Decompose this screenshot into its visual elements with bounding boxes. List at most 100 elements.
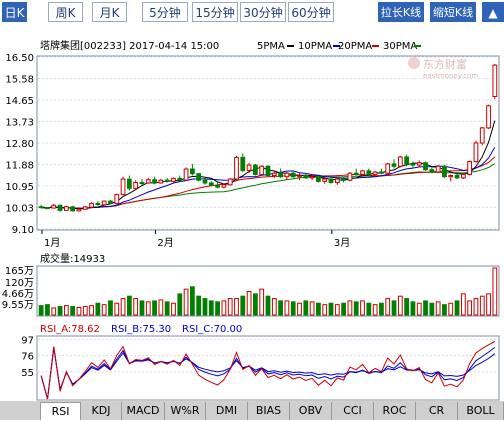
- candle-body: [297, 175, 302, 178]
- candle-body: [63, 206, 69, 211]
- candle-body: [152, 179, 157, 184]
- tab-cr[interactable]: CR: [416, 402, 458, 420]
- candle-body: [45, 207, 50, 210]
- rsi-c-label: RSI_C:70.00: [182, 324, 242, 335]
- candle-body: [309, 176, 315, 179]
- volume-bar: [492, 267, 498, 316]
- candle-body: [76, 208, 82, 212]
- volume-bar: [114, 302, 120, 316]
- watermark-name: 东方财富: [423, 57, 467, 71]
- volume-bar: [215, 301, 220, 316]
- volume-bar: [95, 302, 101, 316]
- candle-body: [189, 168, 195, 175]
- ma5-label: 5PMA: [257, 41, 285, 52]
- candle-body: [372, 171, 378, 175]
- candle-body: [353, 172, 359, 175]
- volume-bar: [177, 293, 183, 316]
- price-tick-label: 13.73: [5, 117, 34, 128]
- candle-body: [448, 175, 454, 178]
- candle-body: [202, 179, 208, 184]
- volume-bar: [379, 302, 384, 316]
- price-tick-label: 9.10: [12, 225, 34, 236]
- candle-body: [460, 173, 466, 179]
- volume-bar: [38, 305, 44, 316]
- volume-bar: [89, 305, 94, 316]
- volume-bar: [309, 301, 315, 316]
- candle-body: [328, 178, 334, 184]
- candle-body: [253, 164, 258, 175]
- month-label: 1月: [44, 237, 60, 249]
- candle-body: [227, 178, 233, 186]
- candle-body: [492, 64, 498, 98]
- volume-bar: [246, 291, 252, 316]
- volume-bar: [448, 302, 454, 316]
- volume-bar: [63, 305, 69, 316]
- candle-body: [101, 200, 107, 206]
- candle-body: [347, 172, 353, 181]
- candle-body: [133, 182, 139, 189]
- volume-bar: [416, 302, 422, 316]
- candle-body: [70, 206, 76, 212]
- volume-tick-label: 9.55万: [2, 300, 34, 311]
- price-tick-label: 12.80: [5, 139, 34, 150]
- candle-body: [145, 179, 151, 184]
- volume-bar: [347, 300, 353, 316]
- volume-bar: [76, 306, 82, 316]
- volume-bar: [234, 298, 239, 316]
- volume-bar: [51, 307, 57, 316]
- month-label: 3月: [334, 237, 350, 249]
- tab-dmi[interactable]: DMI: [206, 402, 248, 420]
- price-axis: 16.50 15.58 14.65 13.73 12.80 11.88 10.95 10.03…: [5, 53, 34, 236]
- candle-body: [486, 105, 491, 129]
- volume-bar: [397, 295, 403, 316]
- volume-bar: [297, 302, 302, 316]
- volume-bar: [473, 298, 479, 316]
- candle-body: [240, 156, 246, 171]
- volume-tick-label: 165万: [5, 266, 34, 277]
- volume-bar: [126, 295, 132, 316]
- candle-body: [82, 206, 88, 210]
- volume-bar: [341, 302, 347, 316]
- tab-cci[interactable]: CCI: [332, 402, 374, 420]
- candle-body: [366, 170, 372, 175]
- volume-bar: [479, 295, 485, 316]
- volume-bar: [240, 295, 246, 316]
- volume-bar: [366, 302, 372, 316]
- tab-boll[interactable]: BOLL: [458, 402, 504, 420]
- volume-bar: [385, 298, 391, 316]
- candle-body: [234, 156, 239, 180]
- candle-body: [284, 172, 290, 178]
- volume-tick-label: 4.66万: [2, 289, 34, 300]
- candle-body: [341, 178, 347, 181]
- volume-bar: [253, 293, 258, 316]
- ma30-label: 30PMA: [383, 41, 417, 52]
- candle-body: [404, 156, 410, 165]
- indicator-tab-bar: RSI KDJ MACD W%R DMI BIAS OBV CCI ROC CR…: [0, 401, 504, 420]
- volume-bar: [372, 304, 378, 316]
- price-tick-label: 10.03: [5, 203, 34, 214]
- volume-bar: [303, 300, 309, 316]
- tab-kdj[interactable]: KDJ: [81, 402, 122, 420]
- tab-wr[interactable]: W%R: [165, 402, 206, 420]
- volume-bar: [164, 301, 170, 316]
- candle-body: [290, 172, 296, 178]
- volume-bar: [486, 293, 491, 316]
- volume-bar: [454, 300, 460, 316]
- tab-macd[interactable]: MACD: [122, 402, 165, 420]
- volume-bar: [227, 298, 233, 316]
- volume-bar: [467, 300, 473, 316]
- tab-bias[interactable]: BIAS: [248, 402, 290, 420]
- month-label: 2月: [157, 237, 173, 249]
- tab-roc[interactable]: ROC: [374, 402, 416, 420]
- candle-body: [429, 169, 435, 173]
- candle-body: [38, 206, 44, 209]
- candle-body: [316, 176, 321, 182]
- stock-chart[interactable]: 塔牌集团[002233] 2017-04-14 15:00 5PMA 10PMA…: [0, 0, 504, 401]
- tab-rsi[interactable]: RSI: [40, 402, 81, 420]
- stock-info-text: 塔牌集团[002233] 2017-04-14 15:00: [40, 39, 219, 52]
- candle-body: [259, 165, 265, 175]
- candle-body: [391, 163, 397, 167]
- volume-bar: [429, 302, 435, 316]
- volume-bar: [101, 304, 107, 316]
- tab-obv[interactable]: OBV: [290, 402, 332, 420]
